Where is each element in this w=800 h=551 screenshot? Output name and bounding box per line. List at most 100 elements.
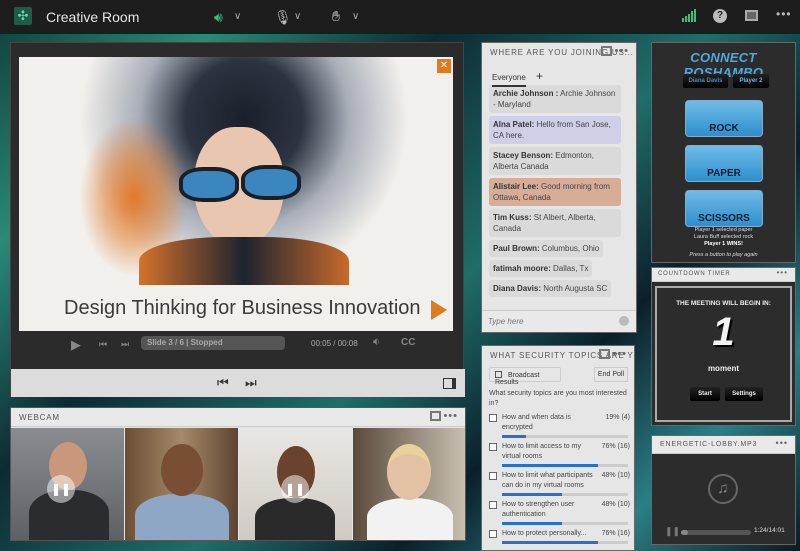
audio-progress-bar[interactable] — [681, 530, 751, 535]
next-slide-icon[interactable]: ⏭ — [245, 375, 257, 391]
app-logo-icon: ✣ — [14, 7, 32, 25]
chat-sender: Stacey Benson: — [493, 151, 553, 160]
illustration-glasses-left — [179, 167, 239, 202]
fullscreen-icon[interactable] — [599, 349, 610, 359]
checkbox[interactable] — [489, 472, 497, 480]
start-button[interactable]: Start — [690, 387, 720, 401]
poll-result-fill — [502, 541, 598, 544]
playback-time: 00:05 / 00:08 — [311, 339, 358, 348]
slide-content: Design Thinking for Business Innovation … — [19, 57, 453, 331]
pause-icon[interactable]: ❚❚ — [47, 475, 75, 503]
webcam-title: WEBCAM — [19, 413, 60, 422]
countdown-pod: COUNTDOWN TIMER••• THE MEETING WILL BEGI… — [651, 267, 796, 426]
player1-button[interactable]: Diana Davis — [683, 74, 728, 88]
chat-pod: WHERE ARE YOU JOINING US...••• Everyone … — [481, 42, 637, 333]
countdown-header: COUNTDOWN TIMER••• — [652, 268, 795, 282]
microphone-icon[interactable]: 🎙︎ — [274, 8, 292, 26]
checkbox[interactable] — [489, 443, 497, 451]
chat-header: WHERE ARE YOU JOINING US...••• — [482, 43, 636, 62]
chat-text: Dallas, Tx — [551, 264, 589, 273]
microphone-chevron-down-icon[interactable]: ∨ — [294, 11, 301, 22]
chat-message: Tim Kuss: St Albert, Alberta, Canada — [489, 209, 621, 237]
settings-button[interactable]: Settings — [725, 387, 763, 401]
more-icon[interactable]: ••• — [776, 7, 792, 21]
webcam-tile[interactable] — [125, 428, 238, 540]
close-icon[interactable]: ✕ — [437, 59, 451, 73]
poll-option-percent: 76% (16) — [602, 442, 630, 452]
more-icon[interactable]: ••• — [612, 348, 627, 360]
webcam-tile[interactable]: ❚❚ — [11, 428, 124, 540]
share-pod: Design Thinking for Business Innovation … — [10, 42, 464, 397]
pause-icon[interactable]: ❚❚ — [665, 526, 680, 537]
chat-sender: Alna Patel: — [493, 120, 534, 129]
checkbox[interactable] — [489, 414, 497, 422]
audio-time: 1:24/14:01 — [754, 527, 785, 534]
info-icon[interactable] — [619, 316, 629, 326]
previous-track-icon[interactable]: ⏮ — [99, 339, 107, 350]
checkbox[interactable] — [489, 530, 497, 538]
countdown-display: THE MEETING WILL BEGIN IN: 1 moment Star… — [655, 286, 792, 422]
pause-icon[interactable]: ❚❚ — [281, 475, 309, 503]
fullscreen-icon[interactable] — [601, 46, 612, 56]
next-track-icon[interactable]: ⏭ — [121, 339, 129, 350]
slide-title: Design Thinking for Business Innovation — [64, 297, 421, 320]
chat-input[interactable] — [488, 317, 608, 326]
illustration-glasses-right — [241, 165, 301, 200]
speaker-chevron-down-icon[interactable]: ∨ — [234, 11, 241, 22]
poll-option-percent: 48% (10) — [602, 500, 630, 510]
speaker-icon[interactable]: 🔊︎ — [214, 8, 223, 26]
poll-option-percent: 19% (4) — [605, 413, 630, 423]
rock-button[interactable]: ROCK — [685, 100, 763, 137]
chat-message: Stacey Benson: Edmonton, Alberta Canada — [489, 147, 621, 175]
fullscreen-icon[interactable] — [430, 411, 441, 421]
chat-message: Diana Davis: North Augusta SC — [489, 280, 611, 297]
help-icon[interactable]: ? — [713, 9, 727, 23]
chat-text: Columbus, Ohio — [540, 244, 600, 253]
poll-option-percent: 76% (16) — [602, 529, 630, 539]
tab-everyone[interactable]: Everyone — [492, 73, 526, 87]
paper-button[interactable]: PAPER — [685, 145, 763, 182]
scissors-button[interactable]: SCISSORS — [685, 190, 763, 227]
poll-options: How and when data is encrypted19% (4) How… — [482, 413, 634, 544]
volume-icon[interactable]: 🔉︎ — [373, 336, 380, 349]
end-poll-button[interactable]: End Poll — [594, 367, 628, 382]
more-icon[interactable]: ••• — [443, 410, 458, 422]
broadcast-results-toggle[interactable]: Broadcast Results — [489, 367, 561, 382]
poll-option[interactable]: How and when data is encrypted19% (4) — [489, 413, 630, 438]
poll-option[interactable]: How to strengthen user authentication48%… — [489, 500, 630, 525]
poll-option[interactable]: How to protect personally... 76% (16) — [489, 529, 630, 544]
add-tab-icon[interactable]: + — [536, 69, 543, 83]
connection-signal-icon[interactable] — [682, 9, 696, 22]
poll-result-bar — [502, 522, 628, 525]
more-icon[interactable]: ••• — [614, 45, 629, 57]
checkbox[interactable] — [495, 371, 502, 378]
poll-result-bar — [502, 435, 628, 438]
player2-button[interactable]: Player 2 — [733, 74, 769, 88]
top-bar: ✣ Creative Room 🔊︎ ∨ 🎙︎ ∨ ✋︎ ∨ ? ••• — [0, 0, 800, 34]
chat-input-area — [482, 310, 636, 332]
previous-slide-icon[interactable]: ⏮ — [217, 375, 229, 391]
slide-status[interactable]: Slide 3 / 6 | Stopped — [141, 336, 285, 350]
play-again-prompt: Press a button to play again — [652, 252, 795, 259]
raise-hand-icon[interactable]: ✋︎ — [332, 7, 340, 25]
hand-chevron-down-icon[interactable]: ∨ — [352, 11, 359, 22]
checkbox[interactable] — [489, 501, 497, 509]
more-icon[interactable]: ••• — [777, 268, 788, 277]
poll-question: What security topics are you most intere… — [489, 389, 634, 409]
paper-label: PAPER — [707, 168, 741, 179]
webcam-tile[interactable] — [353, 428, 465, 540]
fullscreen-icon[interactable] — [745, 10, 758, 21]
play-slide-icon[interactable] — [431, 300, 447, 320]
poll-result-fill — [502, 464, 598, 467]
play-icon[interactable]: ▶ — [71, 337, 81, 353]
poll-option[interactable]: How to limit access to my virtual rooms 7… — [489, 442, 630, 467]
poll-option-label: How to limit access to my virtual rooms — [502, 443, 581, 460]
webcam-tile[interactable]: ❚❚ — [239, 428, 352, 540]
more-icon[interactable]: ••• — [776, 438, 788, 448]
poll-option[interactable]: How to limit what participants can do in… — [489, 471, 630, 496]
closed-captions-button[interactable]: CC — [401, 337, 415, 348]
poll-result-bar — [502, 541, 628, 544]
result-line-1: Player 1 selected paper — [652, 227, 795, 234]
poll-option-label: How to protect personally... — [502, 530, 586, 537]
sidebar-toggle-icon[interactable] — [443, 378, 456, 389]
